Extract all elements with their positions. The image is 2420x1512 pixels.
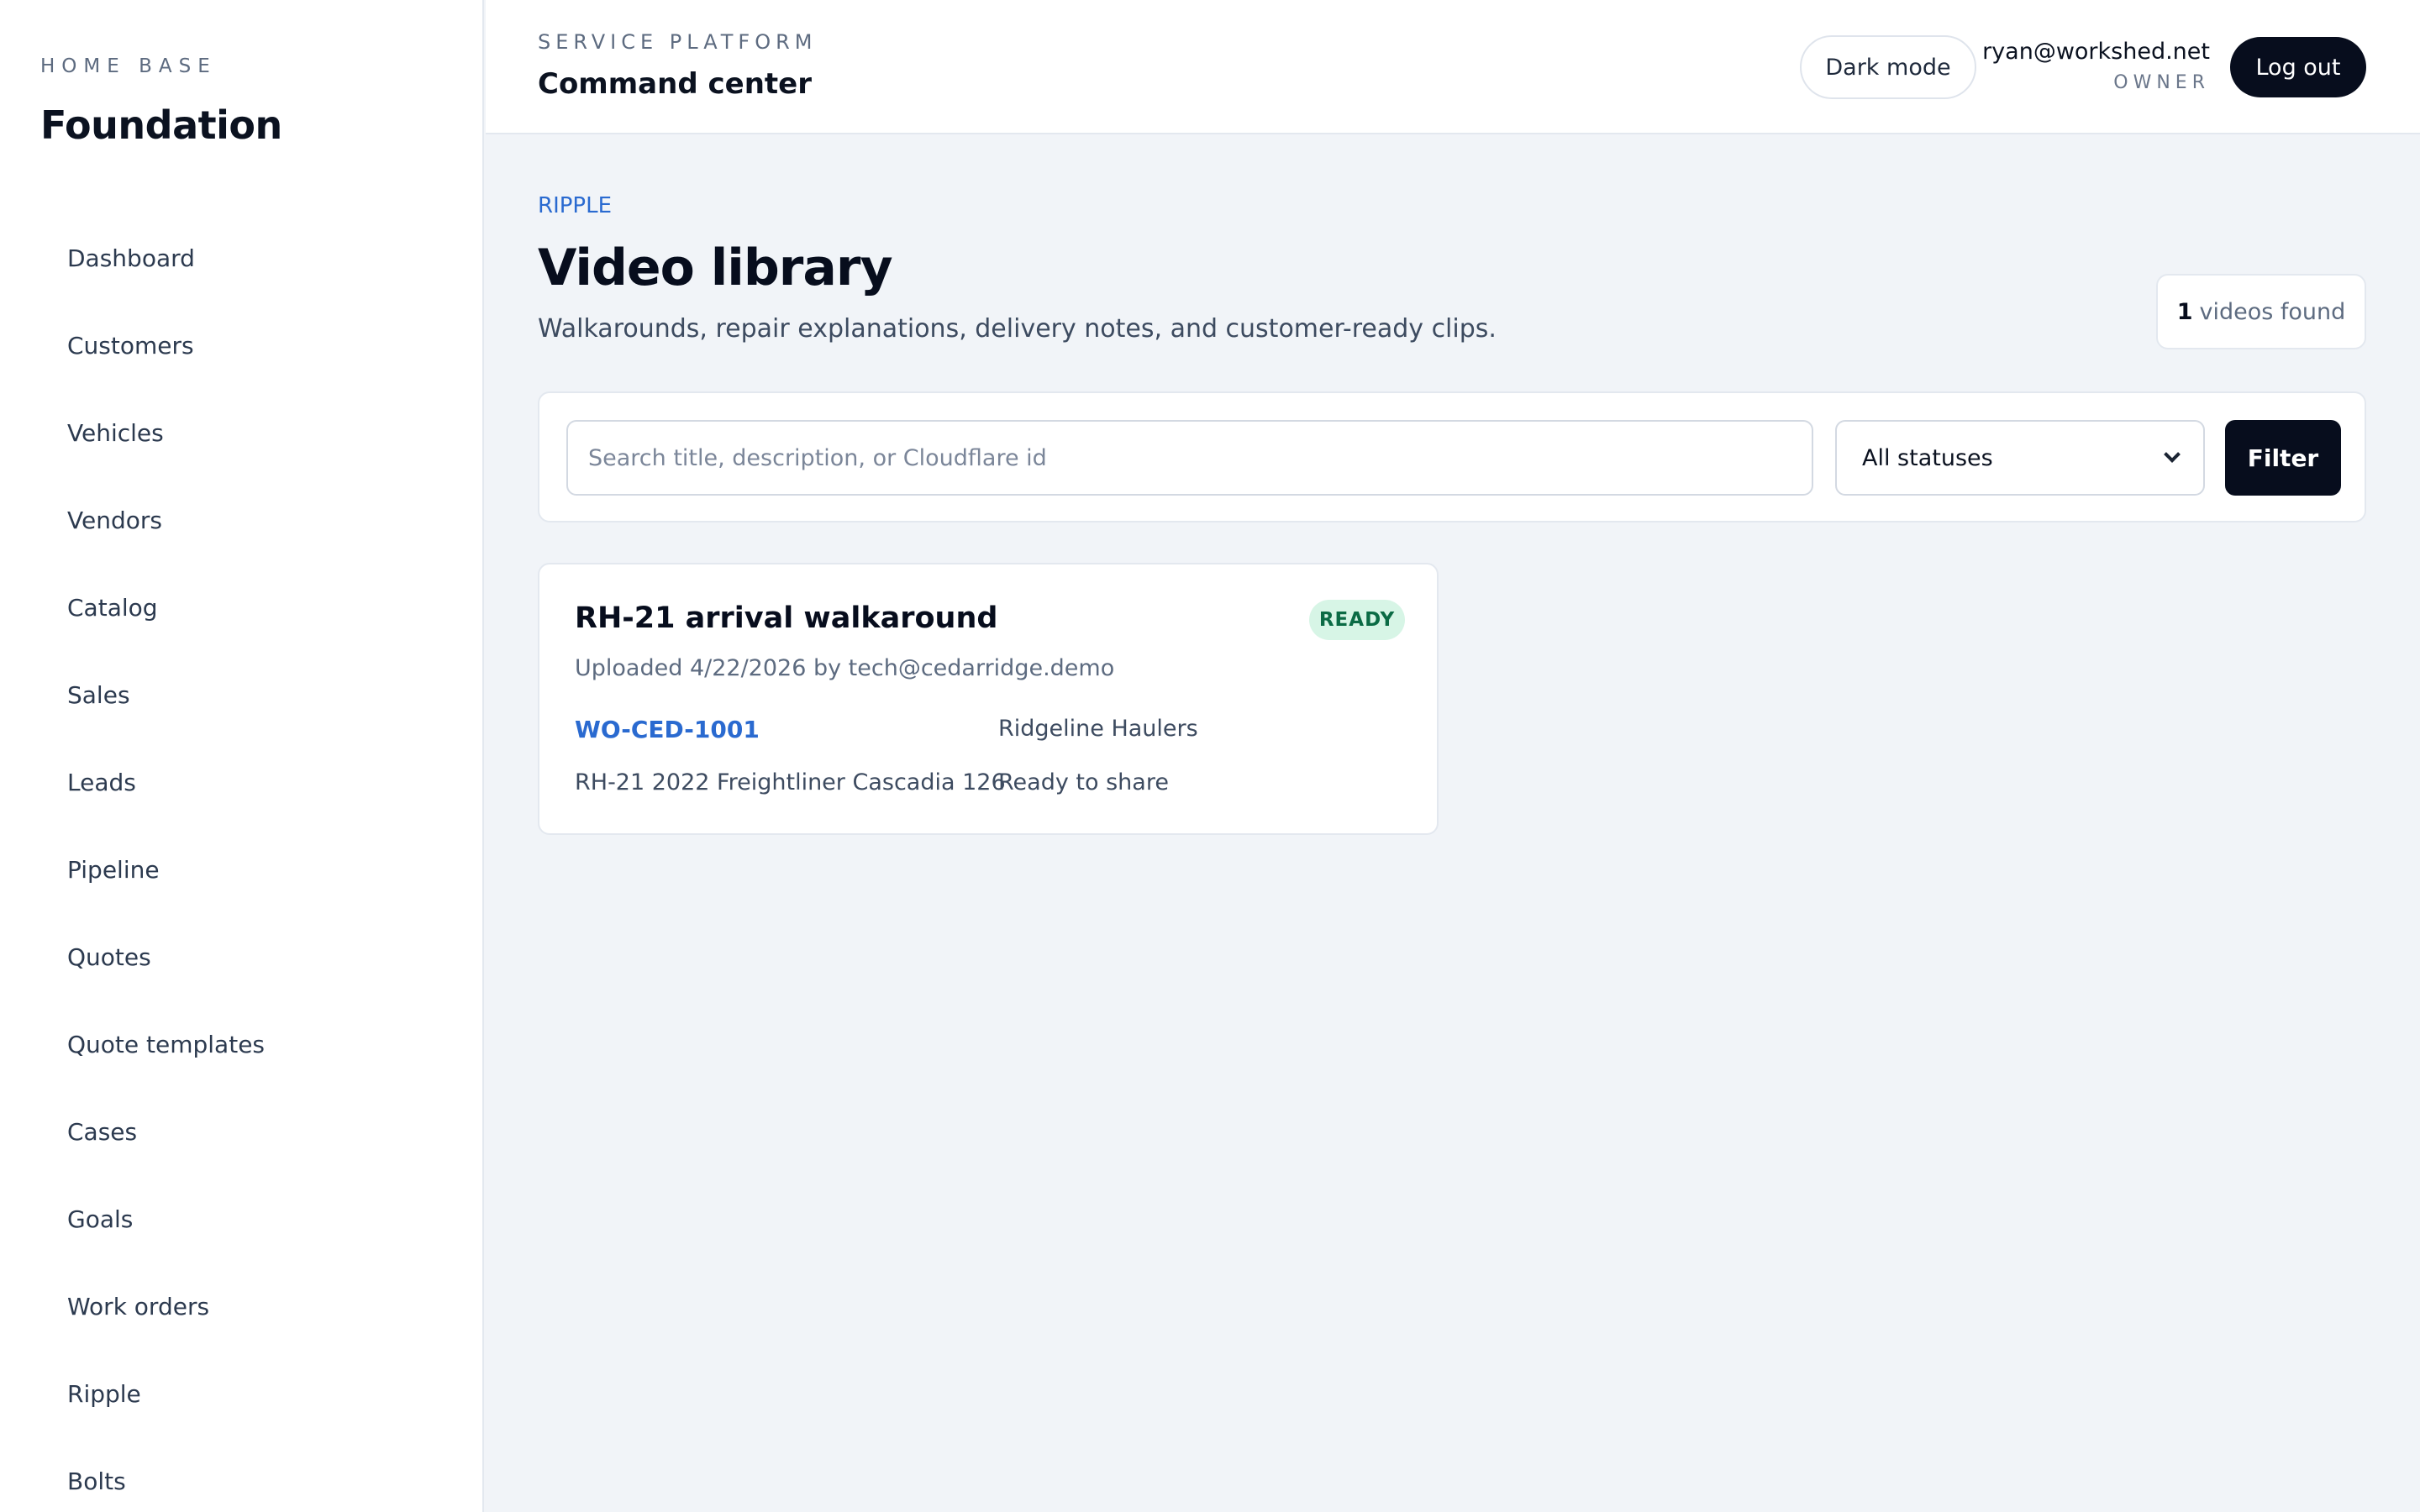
video-title: RH-21 arrival walkaround: [575, 601, 998, 635]
sidebar-item-sales[interactable]: Sales: [0, 652, 482, 739]
sidebar-item-quotes[interactable]: Quotes: [0, 914, 482, 1001]
filter-bar: All statuses Filter: [538, 391, 2366, 522]
sidebar-item-dashboard[interactable]: Dashboard: [0, 215, 482, 302]
brand-kicker: HOME BASE: [40, 55, 217, 77]
video-vehicle: RH-21 2022 Freightliner Cascadia 126: [575, 769, 1006, 795]
user-role: OWNER: [2113, 72, 2210, 93]
sidebar-item-customers[interactable]: Customers: [0, 302, 482, 390]
sidebar-item-catalog[interactable]: Catalog: [0, 564, 482, 652]
sidebar-item-vendors[interactable]: Vendors: [0, 477, 482, 564]
logout-button[interactable]: Log out: [2230, 37, 2366, 97]
video-card[interactable]: RH-21 arrival walkaround READY Uploaded …: [538, 563, 1439, 835]
platform-title: Command center: [538, 67, 812, 101]
status-badge: READY: [1309, 600, 1405, 640]
sidebar-item-work-orders[interactable]: Work orders: [0, 1263, 482, 1351]
video-share-status: Ready to share: [998, 769, 1169, 795]
videos-count-label: videos found: [2199, 298, 2346, 325]
page-title: Video library: [538, 239, 893, 297]
user-email: ryan@workshed.net: [1982, 39, 2210, 65]
videos-count-value: 1: [2176, 298, 2193, 325]
sidebar-item-bolts[interactable]: Bolts: [0, 1438, 482, 1512]
chevron-down-icon: [2164, 446, 2181, 463]
app-root: HOME BASE Foundation Dashboard Customers…: [0, 0, 2420, 1512]
filter-button[interactable]: Filter: [2225, 420, 2341, 496]
sidebar-item-leads[interactable]: Leads: [0, 739, 482, 827]
status-select[interactable]: All statuses: [1835, 420, 2205, 496]
sidebar-item-ripple[interactable]: Ripple: [0, 1351, 482, 1438]
status-select-value: All statuses: [1862, 444, 1993, 471]
videos-count-badge: 1 videos found: [2156, 274, 2366, 349]
sidebar-item-goals[interactable]: Goals: [0, 1176, 482, 1263]
sidebar-item-quote-templates[interactable]: Quote templates: [0, 1001, 482, 1089]
video-customer: Ridgeline Haulers: [998, 716, 1198, 742]
work-order-link[interactable]: WO-CED-1001: [575, 716, 760, 743]
sidebar-nav: Dashboard Customers Vehicles Vendors Cat…: [0, 215, 482, 1512]
sidebar-item-vehicles[interactable]: Vehicles: [0, 390, 482, 477]
top-header: SERVICE PLATFORM Command center Dark mod…: [486, 0, 2420, 134]
page-eyebrow: RIPPLE: [538, 193, 613, 218]
sidebar-item-cases[interactable]: Cases: [0, 1089, 482, 1176]
video-upload-meta: Uploaded 4/22/2026 by tech@cedarridge.de…: [575, 655, 1115, 681]
sidebar-item-pipeline[interactable]: Pipeline: [0, 827, 482, 914]
brand-title: Foundation: [40, 102, 282, 148]
platform-kicker: SERVICE PLATFORM: [538, 30, 818, 54]
search-input[interactable]: [566, 420, 1813, 496]
page-subtitle: Walkarounds, repair explanations, delive…: [538, 314, 1497, 344]
sidebar: HOME BASE Foundation Dashboard Customers…: [0, 0, 484, 1512]
dark-mode-button[interactable]: Dark mode: [1800, 35, 1976, 99]
